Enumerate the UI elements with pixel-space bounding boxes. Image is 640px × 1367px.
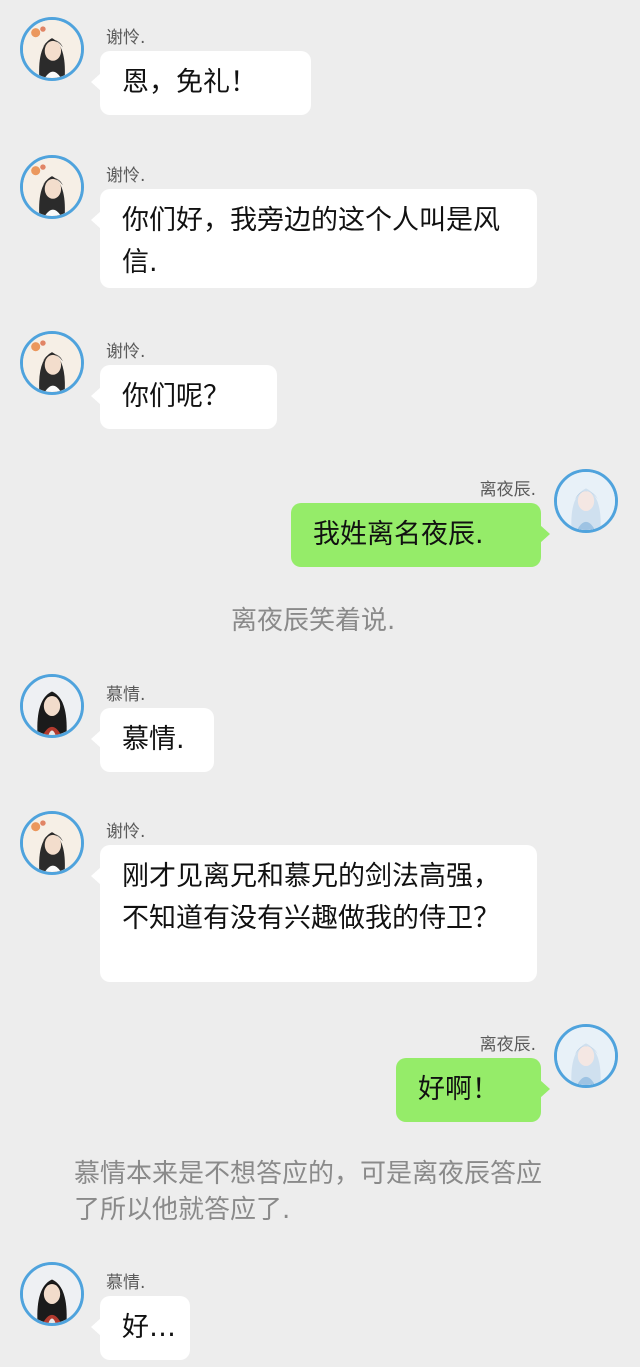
xie-lian-avatar-image — [23, 158, 81, 216]
narration-text: 离夜辰笑着说. — [231, 606, 396, 636]
sender-name: 谢怜. — [106, 822, 146, 842]
mu-qing-avatar-image — [23, 1265, 81, 1323]
xie-lian-avatar[interactable] — [20, 331, 84, 395]
chat-message-xie-lian: 谢怜. 你们呢？ — [0, 331, 640, 431]
xie-lian-avatar-image — [23, 334, 81, 392]
li-ye-chen-avatar[interactable] — [554, 1024, 618, 1088]
sender-name: 离夜辰. — [479, 480, 536, 500]
chat-message-mu-qing: 慕情. 慕情. — [0, 674, 640, 774]
li-ye-chen-avatar-image — [557, 1027, 615, 1085]
li-ye-chen-avatar[interactable] — [554, 469, 618, 533]
mu-qing-avatar[interactable] — [20, 1262, 84, 1326]
li-ye-chen-avatar-image — [557, 472, 615, 530]
sender-name: 谢怜. — [106, 28, 146, 48]
xie-lian-avatar-image — [23, 814, 81, 872]
sender-name: 慕情. — [106, 1273, 146, 1293]
chat-message-xie-lian: 谢怜. 恩，免礼！ — [0, 17, 640, 117]
sender-name: 谢怜. — [106, 166, 146, 186]
chat-message-li-ye-chen: 离夜辰. 我姓离名夜辰. — [0, 469, 640, 569]
message-bubble[interactable]: 慕情. — [91, 708, 214, 772]
message-bubble[interactable]: 我姓离名夜辰. — [291, 503, 550, 567]
sender-name: 慕情. — [106, 685, 146, 705]
message-bubble[interactable]: 刚才见离兄和慕兄的剑法高强，不知道有没有兴趣做我的侍卫？ — [91, 845, 537, 982]
sender-name: 离夜辰. — [479, 1035, 536, 1055]
message-bubble[interactable]: 你们呢？ — [91, 365, 277, 429]
chat-message-mu-qing: 慕情. 好… — [0, 1262, 640, 1362]
chat-conversation: 谢怜. 恩，免礼！ 谢怜. 你们好，我旁边的这个人叫是风信. 谢怜. 你们呢？ … — [0, 0, 640, 1367]
message-bubble[interactable]: 好啊！ — [396, 1058, 550, 1122]
message-bubble[interactable]: 你们好，我旁边的这个人叫是风信. — [91, 189, 537, 288]
xie-lian-avatar[interactable] — [20, 17, 84, 81]
narration-text: 慕情本来是不想答应的，可是离夜辰答应了所以他就答应了. — [74, 1159, 543, 1225]
mu-qing-avatar[interactable] — [20, 674, 84, 738]
message-bubble[interactable]: 好… — [91, 1296, 190, 1360]
xie-lian-avatar-image — [23, 20, 81, 78]
xie-lian-avatar[interactable] — [20, 811, 84, 875]
xie-lian-avatar[interactable] — [20, 155, 84, 219]
chat-message-xie-lian: 谢怜. 刚才见离兄和慕兄的剑法高强，不知道有没有兴趣做我的侍卫？ — [0, 811, 640, 991]
chat-message-li-ye-chen: 离夜辰. 好啊！ — [0, 1024, 640, 1124]
message-bubble[interactable]: 恩，免礼！ — [91, 51, 311, 115]
mu-qing-avatar-image — [23, 677, 81, 735]
chat-message-xie-lian: 谢怜. 你们好，我旁边的这个人叫是风信. — [0, 155, 640, 295]
sender-name: 谢怜. — [106, 342, 146, 362]
